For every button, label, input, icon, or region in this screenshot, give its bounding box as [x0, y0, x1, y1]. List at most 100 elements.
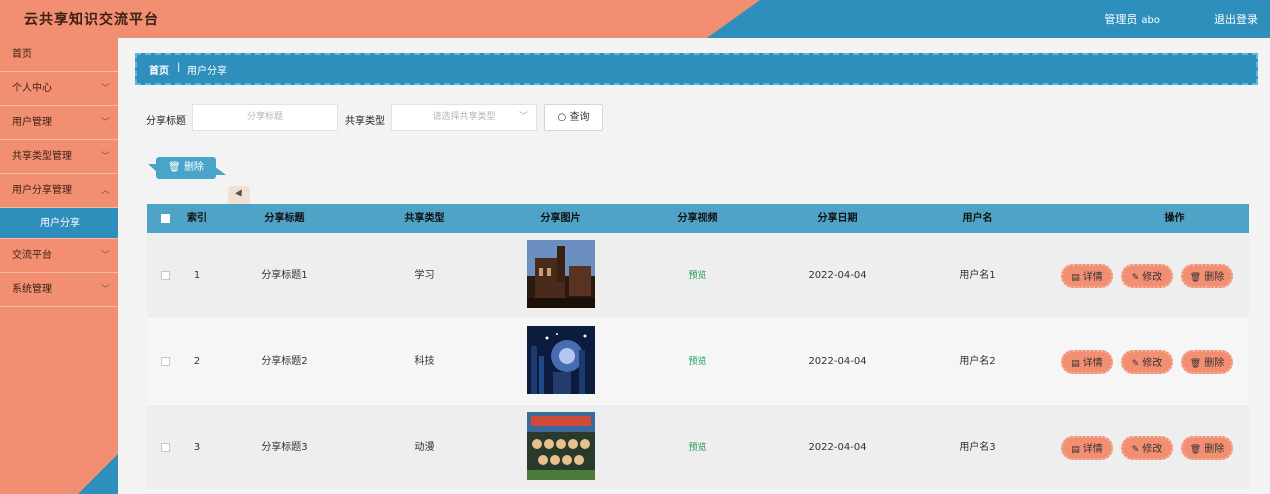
chevron-up-icon: ︿	[100, 186, 110, 196]
pencil-icon: ✎	[1131, 273, 1140, 283]
breadcrumb-separator: |	[177, 62, 181, 73]
document-icon: ▤	[1071, 359, 1080, 369]
table-row: 3 分享标题3 动漫 预览 2022-04-04 用户名3 ▤ 详情 ✎ 修改 …	[147, 405, 1249, 491]
current-user: 管理员 abo	[1104, 11, 1160, 27]
chevron-down-icon: ﹀	[100, 84, 110, 94]
sidebar-item-label: 交流平台	[12, 250, 52, 261]
type-select[interactable]: 请选择共享类型 ﹀	[391, 104, 537, 131]
column-header: 用户名	[962, 213, 993, 224]
share-table: 索引 分享标题 共享类型 分享图片 分享视频 分享日期 用户名 操作 1 分享标…	[147, 204, 1249, 491]
user-name: abo	[1141, 15, 1160, 26]
row-checkbox[interactable]	[155, 319, 175, 405]
document-icon: ▤	[1071, 445, 1080, 455]
sidebar-item-label: 系统管理	[12, 284, 52, 295]
sidebar-item-user-share-management[interactable]: 用户分享管理 ︿	[0, 174, 118, 208]
sidebar-item-label: 用户分享	[40, 218, 80, 229]
sidebar-item-label: 首页	[12, 49, 32, 60]
edit-button[interactable]: ✎ 修改	[1121, 436, 1173, 460]
query-button[interactable]: ○ 查询	[544, 104, 603, 131]
sidebar-item-home[interactable]: 首页	[0, 38, 118, 72]
delete-button[interactable]: 🗑 删除	[1181, 436, 1233, 460]
sidebar-subitem-user-share[interactable]: 用户分享	[0, 208, 118, 239]
title-search-input[interactable]: 分享标题	[192, 104, 338, 131]
row-date: 2022-04-04	[808, 356, 867, 367]
title-label: 分享标题	[146, 116, 186, 127]
pencil-icon: ✎	[1131, 445, 1140, 455]
column-header: 分享日期	[817, 213, 858, 224]
trash-icon: 🗑	[1189, 359, 1202, 369]
trash-icon: 🗑	[168, 162, 181, 173]
column-header: 分享标题	[264, 213, 305, 224]
pencil-icon: ✎	[1131, 359, 1140, 369]
breadcrumb-home[interactable]: 首页	[149, 62, 169, 77]
user-role: 管理员	[1104, 13, 1138, 26]
row-username: 用户名2	[959, 356, 996, 367]
search-icon: ○	[557, 112, 567, 123]
row-title: 分享标题2	[261, 356, 308, 367]
detail-button[interactable]: ▤ 详情	[1061, 436, 1113, 460]
row-date: 2022-04-04	[808, 442, 867, 453]
row-type: 科技	[414, 356, 435, 367]
sidebar-item-system-management[interactable]: 系统管理 ﹀	[0, 273, 118, 307]
sidebar-item-exchange-platform[interactable]: 交流平台 ﹀	[0, 239, 118, 273]
sidebar-item-label: 共享类型管理	[12, 151, 72, 162]
sidebar-corner-decoration	[78, 454, 118, 494]
sidebar-item-personal-center[interactable]: 个人中心 ﹀	[0, 72, 118, 106]
breadcrumb-current: 用户分享	[187, 66, 227, 77]
select-all-checkbox[interactable]	[155, 204, 175, 233]
edit-button[interactable]: ✎ 修改	[1121, 350, 1173, 374]
query-button-label: 查询	[569, 112, 590, 123]
chevron-down-icon: ﹀	[100, 152, 110, 162]
cursor-arrow-icon	[235, 189, 245, 199]
row-title: 分享标题3	[261, 442, 308, 453]
column-header: 操作	[1164, 213, 1185, 224]
row-type: 动漫	[414, 442, 435, 453]
batch-delete-button[interactable]: 🗑 删除	[156, 157, 216, 179]
app-title: 云共享知识交流平台	[24, 12, 159, 28]
sidebar-item-user-management[interactable]: 用户管理 ﹀	[0, 106, 118, 140]
row-username: 用户名1	[959, 270, 996, 281]
sidebar-item-label: 个人中心	[12, 83, 52, 94]
row-type: 学习	[414, 270, 435, 281]
top-header: 云共享知识交流平台 管理员 abo 退出登录	[0, 0, 1270, 38]
row-date: 2022-04-04	[808, 270, 867, 281]
sidebar-item-share-type-management[interactable]: 共享类型管理 ﹀	[0, 140, 118, 174]
share-image-thumbnail[interactable]	[527, 326, 595, 394]
chevron-down-icon: ﹀	[100, 118, 110, 128]
chevron-down-icon: ﹀	[100, 251, 110, 261]
chevron-down-icon: ﹀	[518, 112, 528, 122]
share-image-thumbnail[interactable]	[527, 412, 595, 480]
trash-icon: 🗑	[1189, 445, 1202, 455]
edit-button[interactable]: ✎ 修改	[1121, 264, 1173, 288]
document-icon: ▤	[1071, 273, 1080, 283]
sidebar: 首页 个人中心 ﹀ 用户管理 ﹀ 共享类型管理 ﹀ 用户分享管理 ︿ 用户分享 交流平台…	[0, 38, 118, 494]
type-label: 共享类型	[345, 116, 385, 127]
video-preview-link[interactable]: 预览	[650, 319, 745, 405]
row-title: 分享标题1	[261, 270, 308, 281]
detail-button[interactable]: ▤ 详情	[1061, 350, 1113, 374]
row-checkbox[interactable]	[155, 405, 175, 491]
trash-icon: 🗑	[1189, 273, 1202, 283]
row-checkbox[interactable]	[155, 233, 175, 319]
logout-link[interactable]: 退出登录	[1214, 11, 1258, 27]
share-image-thumbnail[interactable]	[527, 240, 595, 308]
detail-button[interactable]: ▤ 详情	[1061, 264, 1113, 288]
table-row: 2 分享标题2 科技 预览 2022-04-04 用户名2 ▤ 详情 ✎ 修改 🗑 删…	[147, 319, 1249, 405]
row-index: 2	[193, 356, 201, 367]
batch-delete-label: 删除	[183, 162, 204, 173]
breadcrumb: 首页 | 用户分享	[135, 53, 1258, 85]
video-preview-link[interactable]: 预览	[650, 233, 745, 319]
delete-button[interactable]: 🗑 删除	[1181, 350, 1233, 374]
column-header: 分享图片	[540, 213, 581, 224]
main-content: 首页 | 用户分享 分享标题 分享标题 共享类型 请选择共享类型 ﹀ ○ 查询 …	[118, 38, 1270, 494]
table-row: 1 分享标题1 学习 预览 2022-04-04 用户名1 ▤ 详情 ✎ 修改 🗑 删…	[147, 233, 1249, 319]
row-index: 3	[193, 442, 201, 453]
row-username: 用户名3	[959, 442, 996, 453]
column-header: 索引	[187, 213, 207, 224]
mouse-cursor	[228, 186, 250, 206]
chevron-down-icon: ﹀	[100, 285, 110, 295]
delete-button[interactable]: 🗑 删除	[1181, 264, 1233, 288]
column-header: 分享视频	[677, 213, 718, 224]
column-header: 共享类型	[404, 213, 445, 224]
video-preview-link[interactable]: 预览	[650, 405, 745, 491]
